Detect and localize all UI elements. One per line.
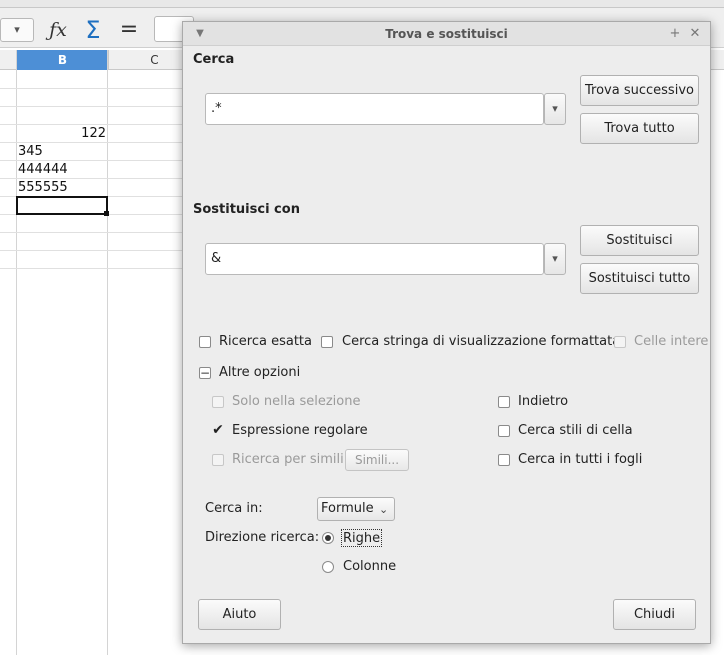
formatted-display-checkbox[interactable] — [321, 336, 333, 348]
match-case-checkbox[interactable] — [199, 336, 211, 348]
grid-line — [0, 250, 200, 251]
function-wizard-icon[interactable]: ƒx — [44, 16, 72, 44]
other-options-expander[interactable]: Altre opzioni — [219, 364, 300, 382]
replace-input[interactable]: & — [205, 243, 544, 275]
cell-styles-label[interactable]: Cerca stili di cella — [518, 422, 633, 440]
grid-line — [0, 88, 200, 89]
close-button[interactable]: Chiudi — [613, 599, 696, 630]
current-selection-checkbox[interactable] — [212, 396, 224, 408]
regex-label[interactable]: Espressione regolare — [232, 422, 368, 440]
rows-radio[interactable] — [322, 532, 334, 544]
search-input[interactable]: .* — [205, 93, 544, 125]
grid-line — [0, 232, 200, 233]
grid-line — [107, 50, 108, 655]
toolbar — [0, 0, 724, 8]
columns-radio[interactable] — [322, 561, 334, 573]
cell-b7[interactable]: 444444 — [18, 161, 106, 179]
columns-label[interactable]: Colonne — [343, 558, 396, 576]
all-sheets-label[interactable]: Cerca in tutti i fogli — [518, 451, 642, 469]
radio-selected-dot — [325, 535, 331, 541]
find-next-button[interactable]: Trova successivo — [580, 75, 699, 106]
column-header-b[interactable]: B — [17, 50, 108, 70]
backwards-checkbox[interactable] — [498, 396, 510, 408]
fill-handle[interactable] — [104, 211, 109, 216]
current-selection-label: Solo nella selezione — [232, 394, 361, 409]
dialog-title: Trova e sostituisci — [385, 27, 508, 41]
match-case-label[interactable]: Ricerca esatta — [219, 333, 312, 351]
entire-cells-checkbox[interactable] — [614, 336, 626, 348]
all-sheets-checkbox[interactable] — [498, 454, 510, 466]
similarity-label: Ricerca per simili — [232, 452, 344, 467]
cell-styles-checkbox[interactable] — [498, 425, 510, 437]
cell-b5[interactable]: 122 — [17, 125, 106, 143]
formula-icon[interactable]: = — [116, 15, 142, 45]
replace-button[interactable]: Sostituisci — [580, 225, 699, 256]
chevron-down-icon: ⌄ — [379, 503, 389, 516]
find-all-button[interactable]: Trova tutto — [580, 113, 699, 144]
search-label: Cerca — [193, 52, 235, 67]
maximize-icon[interactable]: + — [666, 24, 684, 44]
cell-b6[interactable]: 345 — [18, 143, 106, 161]
find-replace-dialog: ▼ Trova e sostituisci + ✕ Cerca .* ▾ Tro… — [182, 21, 711, 644]
grid-line — [0, 268, 200, 269]
entire-cells-label: Celle intere — [634, 334, 709, 349]
search-in-label: Cerca in: — [205, 501, 263, 516]
regex-checkbox[interactable]: ✔ — [211, 422, 225, 438]
search-direction-label: Direzione ricerca: — [205, 530, 320, 545]
replace-history-dropdown[interactable]: ▾ — [544, 243, 566, 275]
rows-label[interactable]: Righe — [341, 529, 383, 547]
similarities-button[interactable]: Simili... — [345, 449, 409, 471]
name-box-dropdown[interactable]: ▾ — [0, 18, 34, 42]
cell-b8[interactable]: 555555 — [18, 179, 106, 197]
replace-all-button[interactable]: Sostituisci tutto — [580, 263, 699, 294]
sum-icon[interactable]: Σ — [80, 15, 106, 45]
close-icon[interactable]: ✕ — [686, 24, 704, 44]
collapse-icon[interactable]: − — [199, 367, 211, 379]
formatted-display-label[interactable]: Cerca stringa di visualizzazione formatt… — [342, 333, 620, 351]
chevron-down-icon: ▾ — [552, 252, 558, 265]
selected-cell[interactable] — [16, 196, 108, 215]
grid-line — [0, 106, 200, 107]
chevron-down-icon: ▾ — [552, 102, 558, 115]
search-input-value: .* — [211, 101, 222, 116]
backwards-label[interactable]: Indietro — [518, 393, 568, 411]
search-in-value: Formule — [321, 501, 374, 516]
replace-label: Sostituisci con — [193, 202, 300, 217]
replace-input-value: & — [211, 251, 222, 266]
search-history-dropdown[interactable]: ▾ — [544, 93, 566, 125]
search-in-select[interactable]: Formule ⌄ — [317, 497, 395, 521]
similarity-checkbox[interactable] — [212, 454, 224, 466]
checkmark-icon: ✔ — [212, 422, 224, 438]
help-button[interactable]: Aiuto — [198, 599, 281, 630]
